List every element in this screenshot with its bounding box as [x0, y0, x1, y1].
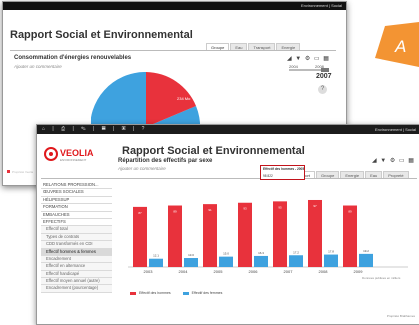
sidebar-item[interactable]: Encadrement [41, 255, 112, 264]
sidebar-item[interactable]: Effectif total [41, 226, 112, 234]
sidebar-item[interactable]: Effectif hommes & femmes [41, 248, 112, 256]
x-tick-label-2008: 2008 [319, 269, 329, 274]
data-label-women-2003: 12.1 [153, 254, 159, 258]
data-label-men-2006: 93 [243, 207, 247, 211]
bar-men-2009[interactable] [343, 205, 357, 267]
data-label-men-2009: 89 [348, 210, 352, 214]
back-tab-eau[interactable]: Eau [230, 43, 248, 50]
back-tab-energie[interactable]: Energie [276, 43, 301, 50]
bar-men-2003[interactable] [133, 206, 147, 267]
bar-men-2008[interactable] [308, 199, 322, 267]
bar-women-2008[interactable] [324, 254, 338, 267]
data-label-men-2004: 89 [173, 210, 177, 214]
bar-women-2007[interactable] [289, 255, 303, 267]
x-tick-label-2006: 2006 [249, 269, 259, 274]
chart-tools[interactable]: ◢ ▼ ⚙ ▭ ▦ [372, 157, 415, 164]
chart-legend: Effectif des hommes Effectif des femmes [130, 291, 222, 295]
sidebar-item[interactable]: Effectif moyen annuel (autre) [41, 278, 112, 286]
x-tick-label-2007: 2007 [284, 269, 294, 274]
sidebar-item[interactable]: ŒUVRES SOCIALES [41, 189, 112, 197]
x-tick-label-2003: 2003 [144, 269, 154, 274]
sidebar-item[interactable]: Effectif handicapé [41, 270, 112, 279]
tooltip-title: Effectif des hommes - 2005 [263, 167, 305, 171]
data-label-women-2007: 17.2 [293, 250, 299, 254]
add-comment-link[interactable]: Ajouter un commentaire [14, 64, 62, 69]
sidebar-item[interactable]: FORMATION [41, 204, 112, 212]
tooltip-value: 98 822 [263, 174, 273, 178]
sidebar-item[interactable]: Encadrement (pourcentage) [41, 285, 112, 293]
data-label-women-2005: 15.0 [223, 252, 229, 256]
bar-women-2003[interactable] [149, 258, 163, 267]
bar-men-2006[interactable] [238, 202, 252, 267]
brand-subtitle: ENVIRONNEMENT [60, 158, 87, 162]
add-comment-link[interactable]: Ajouter un commentaire [118, 166, 166, 171]
brand-name: VEOLIA [60, 148, 94, 158]
bar-women-2006[interactable] [254, 255, 268, 267]
chart-tooltip: Effectif des hommes - 2005 98 822 [260, 165, 305, 180]
x-tick-label-2004: 2004 [179, 269, 189, 274]
legend-item-men[interactable]: Effectif des hommes [130, 291, 171, 295]
sidebar-item[interactable]: Types de contrats [41, 233, 112, 242]
sidebar-item[interactable]: CDD transformés en CDI [41, 241, 112, 249]
year-slider[interactable] [289, 68, 329, 72]
chart-title: Répartition des effectifs par sexe [118, 158, 213, 164]
sidebar-nav: RELATIONS PROFESSION... ŒUVRES SOCIALES HÉ… [41, 182, 112, 293]
data-label-women-2009: 19.2 [363, 249, 369, 253]
legend-swatch-men [130, 291, 136, 295]
back-tab-groupe[interactable]: Groupe [206, 43, 230, 50]
data-label-men-2008: 97 [313, 204, 317, 208]
veolia-logo-icon [44, 147, 58, 161]
chart-title: Consommation d'énergies renouvelables [14, 55, 132, 61]
divider [10, 50, 336, 51]
page-title: Rapport Social et Environnemental [10, 29, 193, 41]
data-label-men-2003: 87 [138, 211, 142, 215]
bar-men-2005[interactable] [203, 204, 217, 267]
svg-text:A: A [394, 37, 406, 56]
data-label-men-2007: 95 [278, 205, 282, 209]
tab-bar: Groupe Eau Transport Energie [206, 43, 301, 50]
selected-year: 2007 [316, 73, 332, 80]
bar-women-2009[interactable] [359, 253, 373, 267]
bar-chart: 87 12.1 2003 89 13.0 2004 91 15.0 2005 93 16.3 2006… [128, 199, 408, 274]
data-label-women-2004: 13.0 [188, 253, 194, 257]
data-label-women-2008: 17.8 [328, 250, 334, 254]
front-window: ⌂ | ⎙ | ✎ | ▦ | ▣ | ? Environnement | So… [36, 124, 419, 325]
sidebar-item[interactable]: RELATIONS PROFESSION... [41, 182, 112, 190]
bar-men-2007[interactable] [273, 201, 287, 267]
chart-tools[interactable]: ◢ ▼ ⚙ ▭ ▦ [287, 55, 330, 62]
sidebar-item[interactable]: EMBAUCHES [41, 212, 112, 219]
data-label-women-2006: 16.3 [258, 251, 264, 255]
chart-source: Données publiées en milliers [362, 276, 401, 280]
pie-label: 234 Mo [177, 96, 191, 101]
top-toolbar-icons[interactable]: ⌂ | ⎙ | ✎ | ▦ | ▣ | ? [42, 125, 147, 134]
x-tick-label-2009: 2009 [354, 269, 364, 274]
decorative-shape: A [375, 22, 419, 67]
page-title: Rapport Social et Environnemental [122, 145, 305, 157]
footer-text: Propriété Bralthames [386, 314, 415, 318]
bar-women-2004[interactable] [184, 258, 198, 267]
x-tick-label-2005: 2005 [214, 269, 224, 274]
top-bar: Environnement | Social [3, 2, 346, 10]
help-icon[interactable]: ? [318, 85, 327, 94]
legend-item-women[interactable]: Effectif des femmes [182, 291, 223, 295]
data-label-men-2005: 91 [208, 208, 212, 212]
top-links[interactable]: Environnement | Social [375, 125, 416, 134]
footer-text: Propriété Veolia [7, 170, 33, 174]
sidebar-item[interactable]: Effectif en alternance [41, 263, 112, 271]
bar-men-2004[interactable] [168, 205, 182, 267]
top-links[interactable]: Environnement | Social [301, 2, 342, 10]
sidebar-item[interactable]: HÉLIPESSUP [41, 197, 112, 205]
legend-label-women: Effectif des femmes [191, 291, 223, 295]
back-tab-transport[interactable]: Transport [248, 43, 276, 50]
bar-women-2005[interactable] [219, 256, 233, 267]
legend-swatch-women [182, 291, 189, 295]
sidebar-item[interactable]: EFFECTIFS [41, 219, 112, 227]
legend-label-men: Effectif des hommes [139, 291, 171, 295]
